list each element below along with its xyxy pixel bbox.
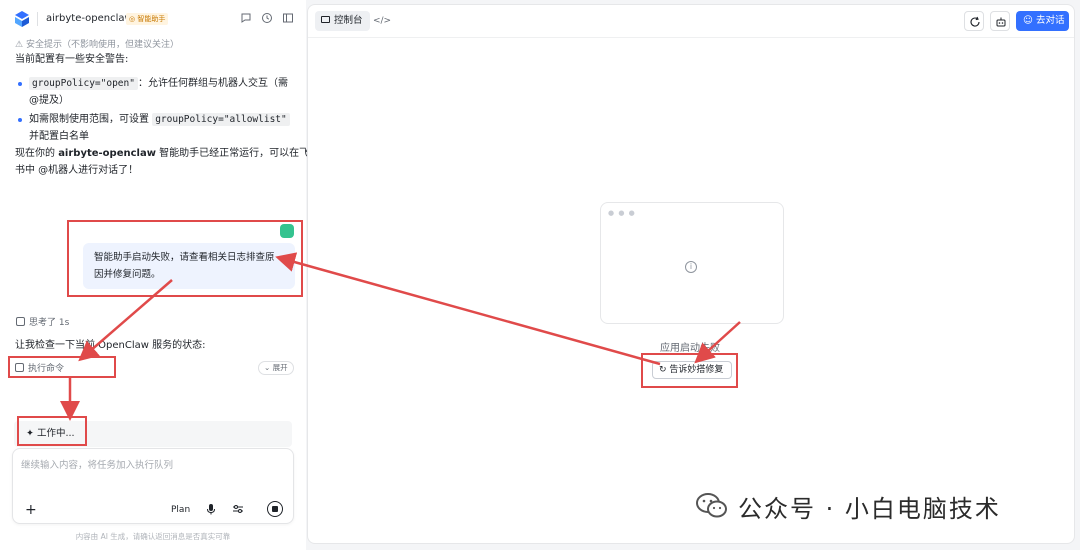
publish-button[interactable] [990, 11, 1010, 31]
summary-prefix: 现在你的 [15, 148, 55, 159]
annotation-box-working [17, 416, 87, 446]
window-dots: ● ● ● [608, 209, 636, 217]
annotation-box-exec-command [8, 356, 116, 378]
bullet-1-text: ：允许任何群组与机器人交互（需 [137, 78, 288, 89]
go-chat-label: 去对话 [1035, 15, 1065, 26]
warning-intro: 当前配置有一些安全警告: [15, 54, 129, 65]
header-divider [37, 12, 38, 26]
chat-header: airbyte-openclaw ◎ 智能助手 [0, 0, 306, 38]
summary-suffix: 智能助手已经正常运行，可以在飞 [159, 148, 310, 159]
refresh-button[interactable] [964, 11, 984, 31]
code-group-policy-open: groupPolicy="open" [29, 77, 138, 90]
security-warning-heading: ⚠ 安全提示（不影响使用，但建议关注） [15, 40, 179, 50]
settings-sliders-icon[interactable] [232, 503, 244, 515]
bullet-2-text: 如需限制使用范围，可设置 [29, 114, 149, 125]
thinking-indicator[interactable]: 思考了 1s [16, 315, 69, 328]
app-name: airbyte-openclaw [46, 13, 133, 24]
code-group-policy-allowlist: groupPolicy="allowlist" [152, 113, 290, 126]
bullet-dot [18, 118, 22, 122]
assistant-badge: ◎ 智能助手 [126, 13, 169, 25]
app-logo-icon [15, 11, 29, 27]
tab-console-label: 控制台 [334, 15, 363, 26]
thinking-icon [16, 317, 25, 326]
sidebar-toggle-icon[interactable] [282, 12, 294, 24]
security-warning-text: 安全提示（不影响使用，但建议关注） [25, 40, 179, 50]
app-start-failed-text: 应用启动失败 [660, 343, 720, 354]
robot-icon [996, 17, 1006, 27]
bullet-dot [18, 82, 22, 86]
history-icon[interactable] [261, 12, 273, 24]
monitor-icon [321, 16, 330, 23]
expand-label: 展开 [272, 363, 288, 372]
composer-input[interactable] [21, 457, 281, 473]
preview-window: ● ● ● i [600, 202, 784, 324]
bullet-2-continuation: 并配置白名单 [29, 131, 89, 142]
plan-mode-button[interactable]: Plan [171, 505, 190, 515]
wechat-logo-icon [696, 493, 727, 518]
summary-app-name: airbyte-openclaw [58, 148, 156, 159]
toolbar-divider [308, 37, 1074, 38]
new-chat-icon[interactable] [240, 12, 252, 24]
watermark-text: 公众号 · 小白电脑技术 [738, 495, 1001, 523]
annotation-box-user-message [67, 220, 303, 297]
composer: + Plan [12, 448, 294, 524]
annotation-box-fix-button [641, 353, 738, 388]
add-attachment-button[interactable]: + [25, 503, 37, 517]
summary-line-2: 书中 @机器人进行对话了！ [15, 165, 139, 176]
preview-panel: 控制台 </> ☺ 去对话 ● ● ● i 应用启动失败 ↻ 告诉妙搭修复 [307, 4, 1075, 544]
badge-label: 智能助手 [137, 15, 166, 23]
bullet-item-2: 如需限制使用范围，可设置 groupPolicy="allowlist" [29, 111, 290, 128]
info-icon: i [685, 261, 697, 273]
thinking-label: 思考了 1s [29, 318, 70, 328]
assistant-check-line: 让我检查一下当前 OpenClaw 服务的状态: [15, 340, 206, 351]
bullet-1-continuation: @提及） [29, 95, 69, 106]
stop-generation-button[interactable] [267, 501, 283, 517]
ai-disclaimer: 内容由 AI 生成，请确认返回消息是否真实可靠 [75, 532, 231, 541]
expand-button[interactable]: ⌄ 展开 [258, 361, 294, 375]
go-chat-button[interactable]: ☺ 去对话 [1016, 11, 1069, 31]
bullet-item-1: groupPolicy="open" ：允许任何群组与机器人交互（需 [29, 75, 288, 92]
microphone-icon[interactable] [205, 503, 217, 515]
summary-line-1: 现在你的 airbyte-openclaw 智能助手已经正常运行，可以在飞 [15, 145, 309, 162]
tab-code[interactable]: </> [372, 11, 392, 31]
refresh-icon [970, 16, 980, 27]
tab-console[interactable]: 控制台 [315, 11, 370, 31]
